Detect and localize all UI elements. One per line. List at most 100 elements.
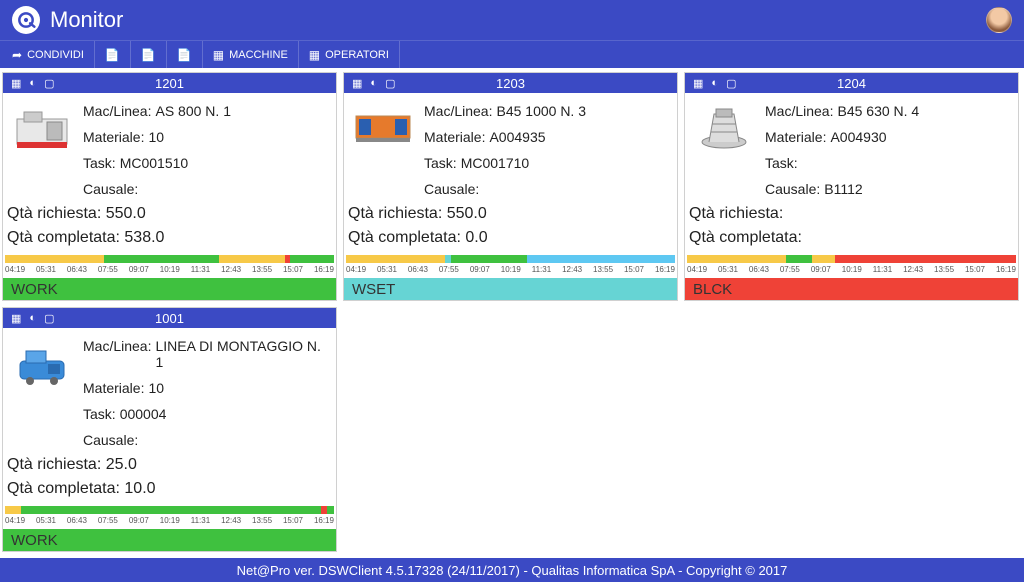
timeline-tick: 13:55 [252,516,272,525]
document-icon: 📄 [141,48,156,62]
timeline-segment [346,255,445,263]
machine-card[interactable]: ▦ ◐ ▢ 1001 Mac/Linea:LINEA DI MONTAGGIO … [2,307,337,552]
timeline-tick: 16:19 [655,265,675,274]
materiale-label: Materiale: [424,129,485,145]
timeline-tick: 11:31 [191,265,210,274]
qta-richiesta-label: Qtà richiesta: [7,205,101,222]
timeline-tick: 16:19 [314,516,334,525]
table-icon[interactable]: ▦ [352,77,362,90]
machine-card[interactable]: ▦ ◐ ▢ 1201 Mac/Linea:AS 800 N. 1 Materia… [2,72,337,301]
timeline-ticks: 04:1905:3106:4307:5509:0710:1911:3112:43… [346,263,675,274]
macchine-label: MACCHINE [229,49,288,61]
grid-icon: ▦ [213,48,224,62]
timeline-tick: 07:55 [780,265,800,274]
machine-image [9,101,75,157]
timeline-segment [835,255,1016,263]
qta-completata-label: Qtà completata: [7,229,120,246]
operatori-button[interactable]: ▦ OPERATORI [299,41,400,68]
share-label: CONDIVIDI [27,49,84,61]
window-icon[interactable]: ▢ [385,77,395,90]
qty-block: Qtà richiesta: Qtà completata: [685,201,1018,255]
machine-image [9,336,75,392]
causale-label: Causale: [765,181,820,197]
timeline-tick: 06:43 [749,265,769,274]
timeline-tick: 05:31 [377,265,397,274]
qta-richiesta-row: Qtà richiesta: [689,205,1014,223]
qta-completata-value: 538.0 [124,229,164,246]
timeline-segment [5,506,21,514]
mac-linea-value: LINEA DI MONTAGGIO N. 1 [155,338,330,370]
causale-row: Causale: [83,181,231,197]
card-body: Mac/Linea:LINEA DI MONTAGGIO N. 1 Materi… [3,328,336,452]
causale-row: Causale: [83,432,330,448]
timeline-tick: 09:07 [470,265,490,274]
export-button-1[interactable]: 📄 [95,41,131,68]
timeline-tick: 11:31 [532,265,551,274]
materiale-row: Materiale:A004930 [765,129,919,145]
timeline-tick: 10:19 [842,265,862,274]
qta-richiesta-value: 550.0 [447,205,487,222]
timeline-bar [5,506,334,514]
timeline-bar [346,255,675,263]
task-row: Task:MC001710 [424,155,586,171]
user-avatar[interactable] [986,7,1012,33]
timeline-segment [451,255,527,263]
materiale-row: Materiale:10 [83,380,330,396]
task-value: MC001510 [120,155,189,171]
timeline-tick: 07:55 [98,265,118,274]
causale-value: B1112 [824,181,862,197]
gauge-icon[interactable]: ◐ [370,77,377,90]
mac-linea-row: Mac/Linea:B45 630 N. 4 [765,103,919,119]
gauge-icon[interactable]: ◐ [29,77,36,90]
status-bar: WSET [344,278,677,300]
table-icon[interactable]: ▦ [693,77,703,90]
qty-block: Qtà richiesta: 550.0 Qtà completata: 538… [3,201,336,255]
timeline-tick: 09:07 [811,265,831,274]
timeline-bar [687,255,1016,263]
qta-richiesta-row: Qtà richiesta: 25.0 [7,456,332,474]
timeline-tick: 07:55 [98,516,118,525]
qty-block: Qtà richiesta: 25.0 Qtà completata: 10.0 [3,452,336,506]
timeline-tick: 05:31 [36,265,56,274]
timeline-tick: 06:43 [408,265,428,274]
gauge-icon[interactable]: ◐ [711,77,718,90]
timeline-tick: 16:19 [996,265,1016,274]
macchine-button[interactable]: ▦ MACCHINE [203,41,299,68]
machine-card[interactable]: ▦ ◐ ▢ 1204 Mac/Linea:B45 630 N. 4 Materi… [684,72,1019,301]
materiale-value: A004935 [489,129,545,145]
timeline-tick: 04:19 [346,265,366,274]
qta-completata-row: Qtà completata: [689,229,1014,247]
qty-block: Qtà richiesta: 550.0 Qtà completata: 0.0 [344,201,677,255]
gauge-icon[interactable]: ◐ [29,312,36,325]
timeline-tick: 06:43 [67,516,87,525]
table-icon[interactable]: ▦ [11,312,21,325]
export-button-2[interactable]: 📄 [131,41,167,68]
qta-richiesta-value: 550.0 [106,205,146,222]
card-body: Mac/Linea:B45 1000 N. 3 Materiale:A00493… [344,93,677,201]
materiale-label: Materiale: [83,129,144,145]
causale-label: Causale: [83,181,138,197]
qta-richiesta-label: Qtà richiesta: [7,456,101,473]
timeline-tick: 09:07 [129,516,149,525]
export-button-3[interactable]: 📄 [167,41,203,68]
table-icon[interactable]: ▦ [11,77,21,90]
window-icon[interactable]: ▢ [44,312,54,325]
task-label: Task: [424,155,457,171]
machine-image [691,101,757,157]
qta-completata-row: Qtà completata: 0.0 [348,229,673,247]
qta-completata-label: Qtà completata: [348,229,461,246]
timeline-segment [445,255,452,263]
task-label: Task: [83,155,116,171]
timeline: 04:1905:3106:4307:5509:0710:1911:3112:43… [5,255,334,274]
window-icon[interactable]: ▢ [726,77,736,90]
footer-text: Net@Pro ver. DSWClient 4.5.17328 (24/11/… [237,563,788,578]
window-icon[interactable]: ▢ [44,77,54,90]
qta-completata-label: Qtà completata: [7,480,120,497]
timeline-tick: 15:07 [283,516,303,525]
timeline-tick: 12:43 [221,265,241,274]
machine-card[interactable]: ▦ ◐ ▢ 1203 Mac/Linea:B45 1000 N. 3 Mater… [343,72,678,301]
causale-row: Causale:B1112 [765,181,919,197]
card-header: ▦ ◐ ▢ 1203 [344,73,677,93]
timeline-tick: 12:43 [903,265,923,274]
share-button[interactable]: ➦ CONDIVIDI [8,41,95,68]
